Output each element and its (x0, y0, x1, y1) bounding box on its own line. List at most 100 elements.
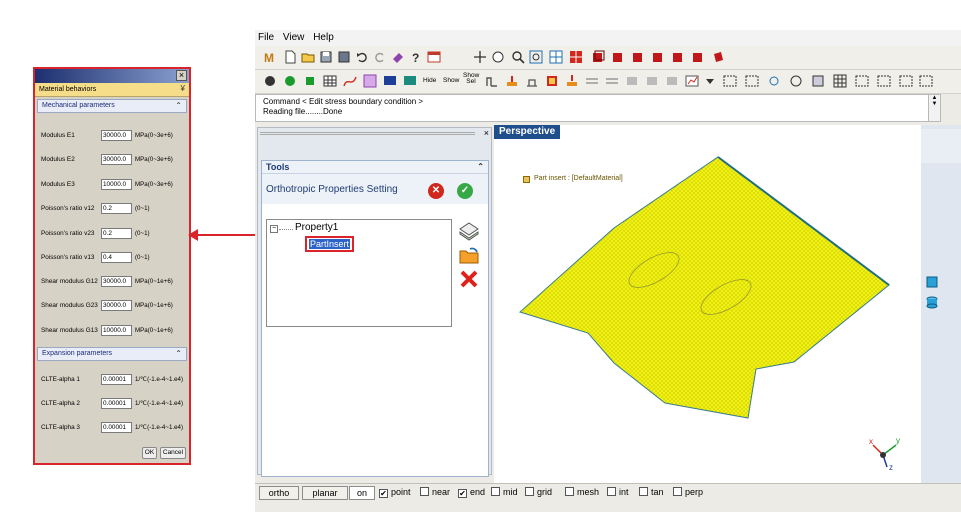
snap-int-checkbox[interactable]: int (607, 487, 629, 497)
save-as-icon[interactable] (337, 50, 351, 64)
tree-child-highlight[interactable]: PartInsert (305, 236, 355, 252)
solid-icon[interactable] (283, 74, 297, 88)
snap-end-checkbox[interactable]: ✔ end (458, 487, 485, 498)
snap-mid-checkbox[interactable]: mid (491, 487, 518, 497)
show-button[interactable]: Show (443, 77, 459, 84)
redo-icon[interactable] (373, 50, 387, 64)
menu-view[interactable]: View (280, 30, 308, 45)
open-folder-icon[interactable] (301, 50, 315, 64)
table-icon[interactable] (323, 74, 337, 88)
mesh-grid-icon[interactable] (363, 74, 377, 88)
show-sel-button[interactable]: Show Sel (463, 72, 479, 85)
select-last-icon[interactable] (919, 74, 933, 88)
on-button[interactable]: on (349, 486, 375, 500)
view-bottom-icon[interactable] (651, 50, 665, 64)
layer-icon[interactable] (625, 74, 639, 88)
delete-icon[interactable] (459, 269, 479, 289)
select-side-icon[interactable] (877, 74, 891, 88)
param-value-input[interactable]: 30000.0 (101, 276, 132, 287)
view-right-icon[interactable] (691, 50, 705, 64)
chevron-down-icon[interactable] (703, 74, 717, 88)
pressure-icon[interactable] (565, 74, 579, 88)
support-icon[interactable] (525, 74, 539, 88)
mesh-model[interactable] (494, 125, 921, 483)
ortho-button[interactable]: ortho (259, 486, 299, 500)
snap-tan-checkbox[interactable]: tan (639, 487, 664, 497)
param-value-input[interactable]: 0.2 (101, 228, 132, 239)
logo-icon[interactable]: M (263, 50, 277, 64)
view-left-icon[interactable] (671, 50, 685, 64)
cylinder-icon[interactable] (925, 295, 939, 309)
chart-icon[interactable] (685, 74, 699, 88)
flow-icon[interactable] (585, 74, 599, 88)
layer2-icon[interactable] (645, 74, 659, 88)
confirm-circle-button[interactable]: ✓ (457, 183, 473, 199)
param-value-input[interactable]: 30000.0 (101, 154, 132, 165)
param-value-input[interactable]: 0.00001 (101, 374, 132, 385)
cancel-button[interactable]: Cancel (160, 447, 186, 459)
tools-header[interactable]: Tools ⌃ (262, 161, 488, 174)
layer3-icon[interactable] (665, 74, 679, 88)
ok-button[interactable]: OK (142, 447, 157, 459)
save-icon[interactable] (319, 50, 333, 64)
hide-button[interactable]: Hide (423, 77, 436, 84)
view-front-icon[interactable] (591, 50, 605, 64)
pan-icon[interactable] (491, 50, 505, 64)
eraser-icon[interactable] (391, 50, 405, 64)
material-behaviors-dropdown[interactable]: Material behaviors ¥ (35, 83, 189, 97)
menu-file[interactable]: File (255, 30, 277, 45)
boundary-icon[interactable] (485, 74, 499, 88)
zoom-window-icon[interactable] (529, 50, 543, 64)
menu-help[interactable]: Help (310, 30, 337, 45)
curve-icon[interactable] (343, 74, 357, 88)
cube-icon[interactable] (925, 275, 939, 289)
grid-view-icon[interactable] (549, 50, 563, 64)
snap-mesh-checkbox[interactable]: mesh (565, 487, 599, 497)
monitor-green-icon[interactable] (403, 74, 417, 88)
surface-icon[interactable] (303, 74, 317, 88)
part-icon[interactable] (263, 74, 277, 88)
cancel-circle-button[interactable]: ✕ (428, 183, 444, 199)
undo-icon[interactable] (355, 50, 369, 64)
view-iso-icon[interactable] (711, 50, 725, 64)
view-top-icon[interactable] (631, 50, 645, 64)
param-value-input[interactable]: 30000.0 (101, 300, 132, 311)
param-value-input[interactable]: 10000.0 (101, 179, 132, 190)
red-grid-icon[interactable] (569, 50, 583, 64)
help-icon[interactable]: ? (409, 50, 423, 64)
param-value-input[interactable]: 30000.0 (101, 130, 132, 141)
select-point-icon[interactable] (767, 74, 781, 88)
tree-root[interactable]: Property1 (295, 222, 338, 233)
perspective-viewport[interactable]: Perspective Part insert : [DefaultMateri… (494, 125, 921, 483)
select-edge-icon[interactable] (899, 74, 913, 88)
dialog-close-button[interactable]: × (176, 70, 187, 81)
layers-icon[interactable] (458, 221, 480, 241)
select-grid-icon[interactable] (833, 74, 847, 88)
command-scrollbar[interactable]: ▲ ▼ (928, 94, 941, 122)
zoom-icon[interactable] (511, 50, 525, 64)
window-icon[interactable] (427, 50, 441, 64)
dock-grip[interactable] (260, 132, 475, 135)
select-circle-icon[interactable] (789, 74, 803, 88)
close-icon[interactable]: × (484, 128, 489, 138)
snap-point-checkbox[interactable]: ✔ point (379, 487, 411, 498)
collapse-tree-icon[interactable]: − (270, 225, 278, 233)
mechanical-parameters-header[interactable]: Mechanical parameters ⌃ (37, 99, 187, 113)
monitor-icon[interactable] (383, 74, 397, 88)
load-icon[interactable] (505, 74, 519, 88)
param-value-input[interactable]: 0.2 (101, 203, 132, 214)
select-box-icon[interactable] (855, 74, 869, 88)
param-value-input[interactable]: 10000.0 (101, 325, 132, 336)
invert-select-icon[interactable] (745, 74, 759, 88)
param-value-input[interactable]: 0.4 (101, 252, 132, 263)
view-back-icon[interactable] (611, 50, 625, 64)
move-icon[interactable] (473, 50, 487, 64)
planar-button[interactable]: planar (302, 486, 348, 500)
open-folder-icon[interactable] (458, 245, 480, 265)
expansion-parameters-header[interactable]: Expansion parameters ⌃ (37, 347, 187, 361)
snap-perp-checkbox[interactable]: perp (673, 487, 703, 497)
param-value-input[interactable]: 0.00001 (101, 398, 132, 409)
stress-icon[interactable] (545, 74, 559, 88)
select-all-icon[interactable] (723, 74, 737, 88)
snap-near-checkbox[interactable]: near (420, 487, 450, 497)
